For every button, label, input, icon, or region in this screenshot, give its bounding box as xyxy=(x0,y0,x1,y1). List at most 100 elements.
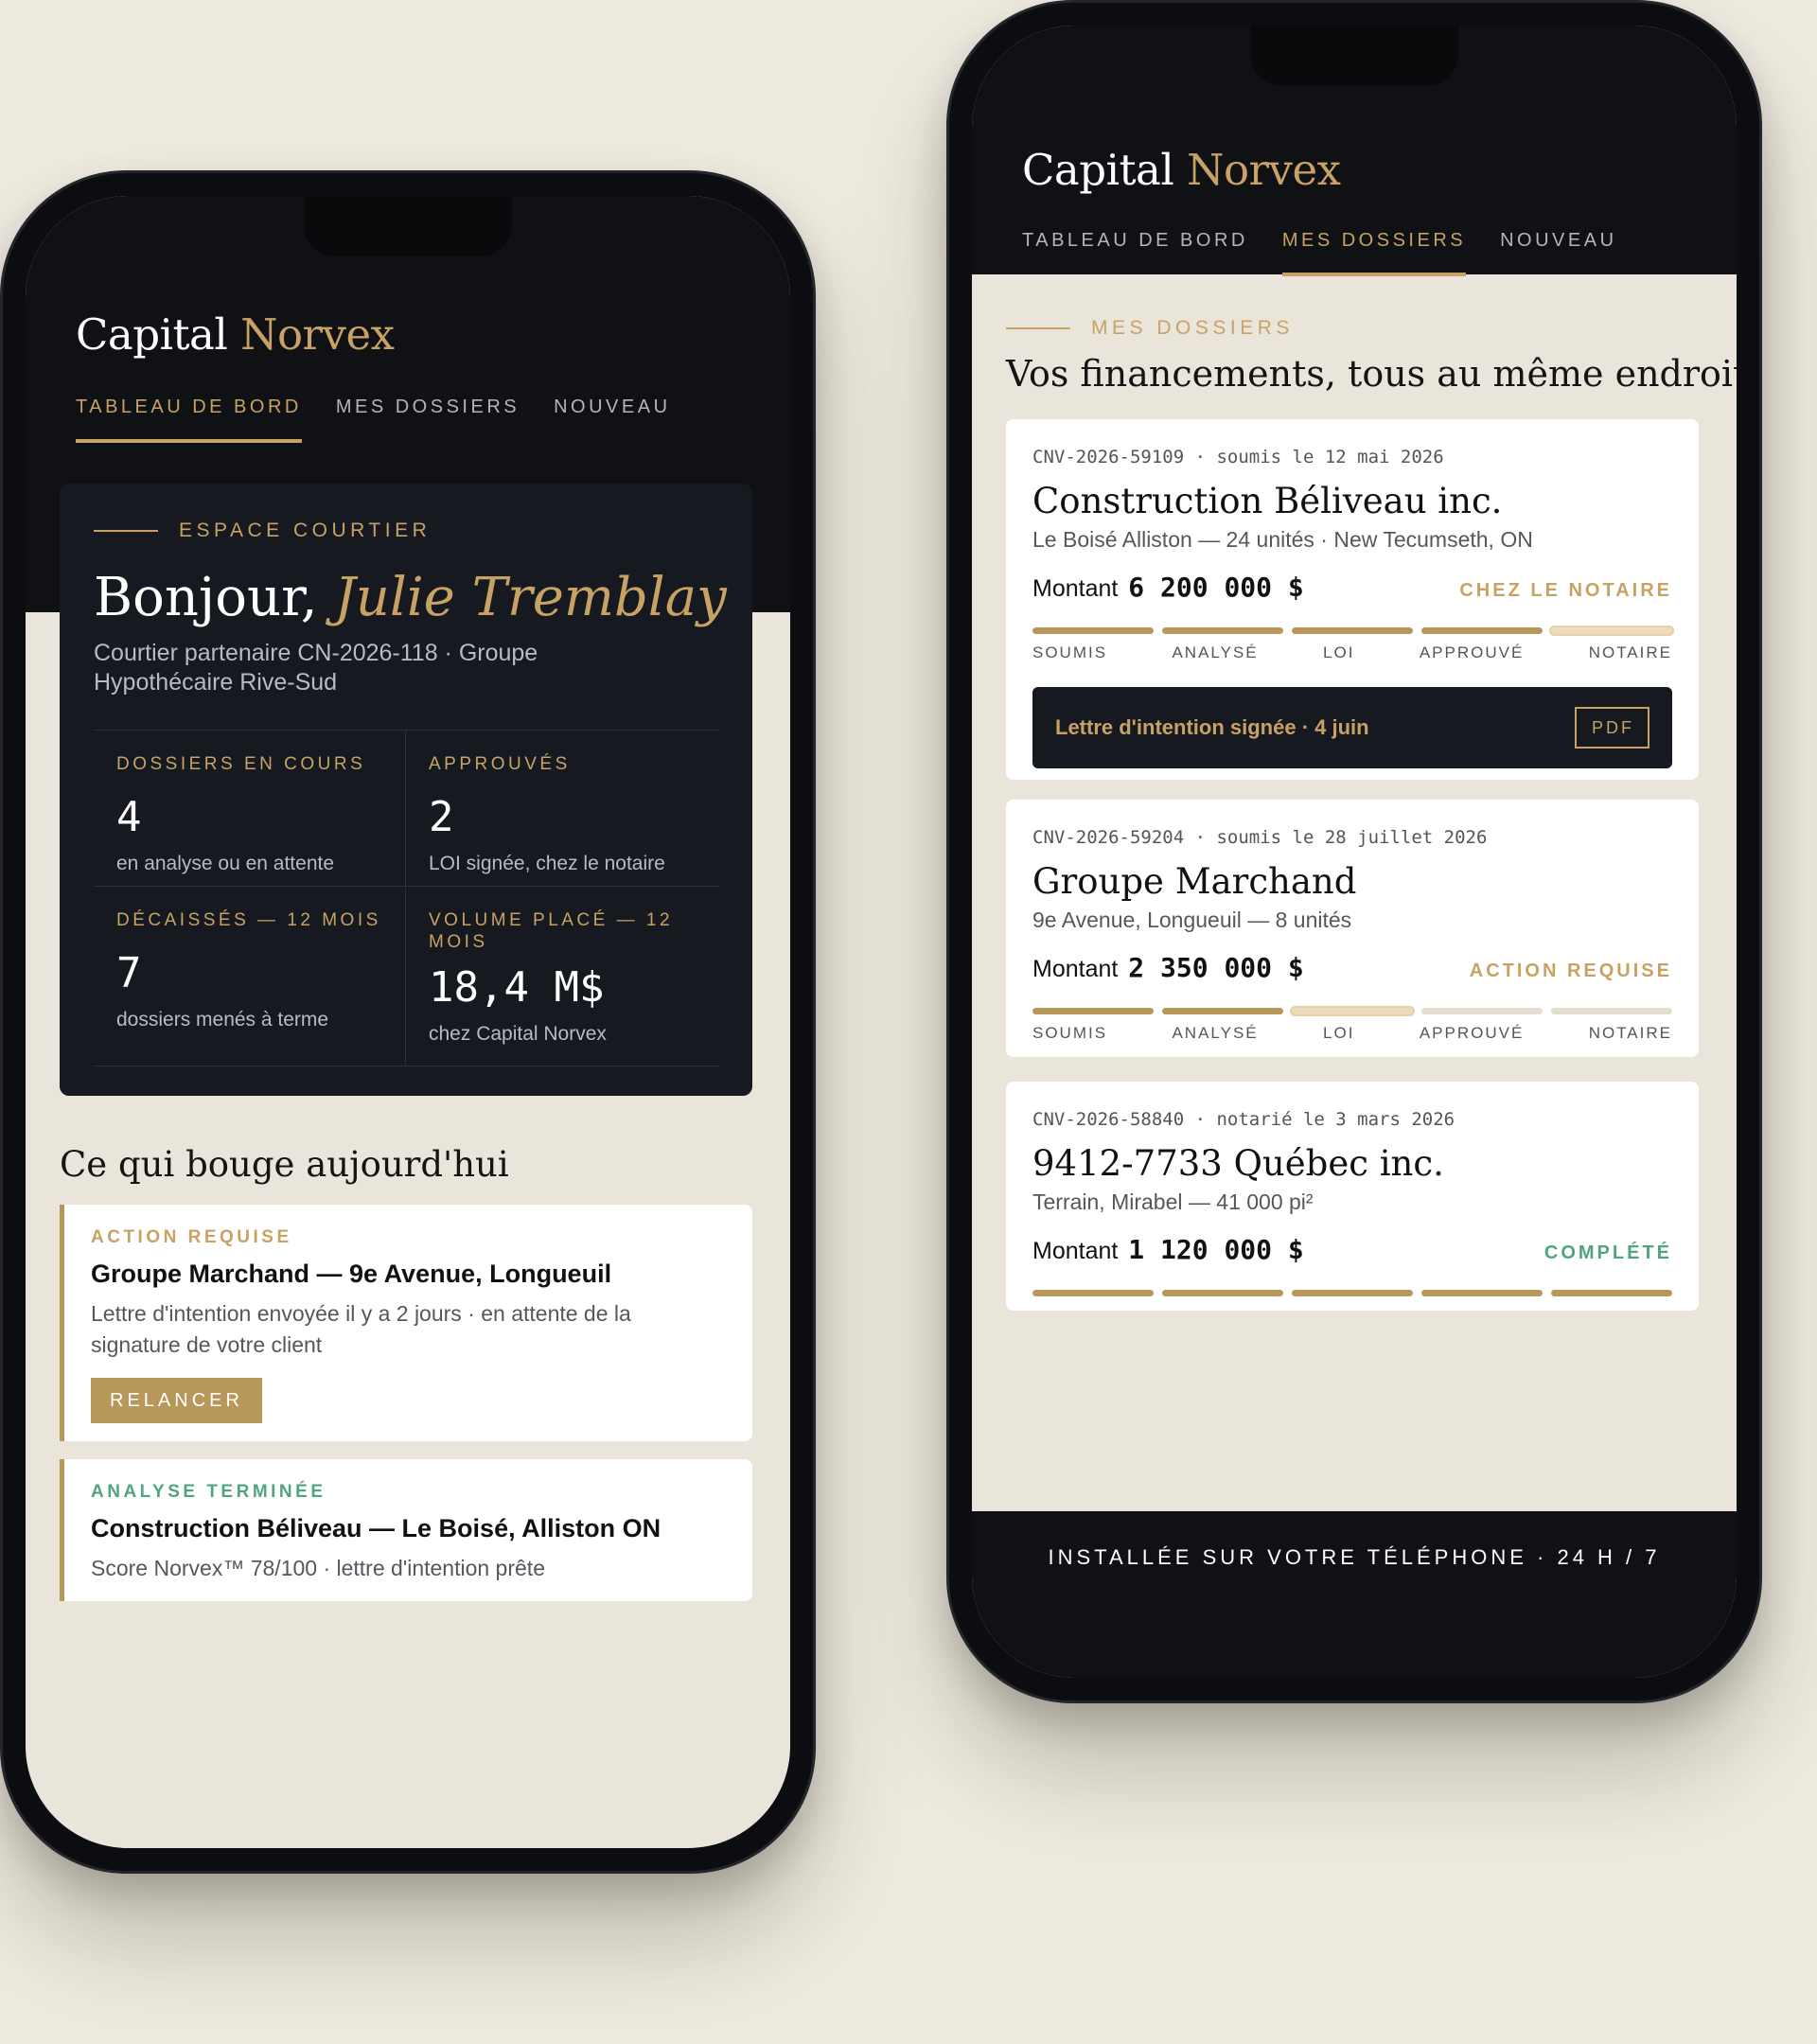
dossier-address: Le Boisé Alliston — 24 unités · New Tecu… xyxy=(1032,527,1533,552)
stat-decaisses[interactable]: DÉCAISSÉS — 12 MOIS 7 dossiers menés à t… xyxy=(94,887,406,1066)
stat-sub: en analyse ou en attente xyxy=(116,853,335,874)
brand-name-accent: Norvex xyxy=(240,309,395,360)
stat-value: 7 xyxy=(116,949,142,997)
step-label: LOI xyxy=(1323,1024,1355,1042)
amount-value: 1 120 000 $ xyxy=(1128,1234,1304,1265)
dossier-meta: CNV-2026-58840 · notarié le 3 mars 2026 xyxy=(1032,1109,1455,1130)
progress-segment xyxy=(1292,627,1413,634)
tab-tableau-de-bord[interactable]: TABLEAU DE BORD xyxy=(76,396,302,443)
amount-label: Montant xyxy=(1032,1238,1119,1264)
courtier-summary-card: ESPACE COURTIER Bonjour, Julie Tremblay … xyxy=(60,484,752,1096)
stat-volume-place[interactable]: VOLUME PLACÉ — 12 MOIS 18,4 M$ chez Capi… xyxy=(406,887,720,1066)
loi-banner-text: Lettre d'intention signée · 4 juin xyxy=(1055,715,1369,739)
stat-sub: LOI signée, chez le notaire xyxy=(429,853,665,874)
activity-card-action[interactable]: ACTION REQUISE Groupe Marchand — 9e Aven… xyxy=(60,1205,752,1441)
status-badge: ACTION REQUISE xyxy=(1469,960,1672,981)
progress-segment xyxy=(1421,1290,1543,1296)
phone-notch xyxy=(1250,26,1458,86)
progress-segment xyxy=(1162,1290,1283,1296)
progress-segment xyxy=(1421,1008,1543,1014)
tab-tableau-de-bord[interactable]: TABLEAU DE BORD xyxy=(1022,230,1248,276)
stat-value: 4 xyxy=(116,793,142,841)
progress-segment xyxy=(1421,627,1543,634)
pdf-button[interactable]: PDF xyxy=(1575,707,1649,749)
stat-value: 2 xyxy=(429,793,454,841)
card-eyebrow: ESPACE COURTIER xyxy=(94,520,431,542)
activity-title: Groupe Marchand — 9e Avenue, Longueuil xyxy=(91,1260,612,1288)
activity-kind: ACTION REQUISE xyxy=(91,1227,292,1247)
progress-steps: SOUMIS ANALYSÉ LOI APPROUVÉ NOTAIRE xyxy=(1032,1024,1672,1043)
dossier-amount: Montant 1 120 000 $ xyxy=(1032,1234,1304,1265)
stats-grid: DOSSIERS EN COURS 4 en analyse ou en att… xyxy=(94,730,720,1066)
progress-segment xyxy=(1032,627,1154,634)
dossier-card[interactable]: CNV-2026-59204 · soumis le 28 juillet 20… xyxy=(1006,800,1699,1057)
step-label: ANALYSÉ xyxy=(1172,643,1259,661)
progress-segment xyxy=(1292,1008,1413,1014)
dossier-card[interactable]: CNV-2026-59109 · soumis le 12 mai 2026 C… xyxy=(1006,419,1699,780)
phone-screen: Capital Norvex TABLEAU DE BORD MES DOSSI… xyxy=(26,196,790,1848)
step-label: APPROUVÉ xyxy=(1419,1024,1525,1042)
relancer-button[interactable]: RELANCER xyxy=(91,1378,262,1423)
brand-name-accent: Norvex xyxy=(1187,145,1341,195)
dossier-meta: CNV-2026-59109 · soumis le 12 mai 2026 xyxy=(1032,447,1444,467)
section-title: Ce qui bouge aujourd'hui xyxy=(60,1144,509,1185)
page-title: Vos financements, tous au même endroit xyxy=(1006,353,1737,395)
footer-banner: INSTALLÉE SUR VOTRE TÉLÉPHONE · 24 H / 7 xyxy=(972,1511,1737,1678)
dossier-amount: Montant 2 350 000 $ xyxy=(1032,952,1304,983)
eyebrow-rule xyxy=(1006,327,1070,329)
stat-dossiers-en-cours[interactable]: DOSSIERS EN COURS 4 en analyse ou en att… xyxy=(94,731,406,887)
tab-nouveau[interactable]: NOUVEAU xyxy=(554,396,670,443)
stat-label: DÉCAISSÉS — 12 MOIS xyxy=(116,910,381,930)
status-badge: COMPLÉTÉ xyxy=(1544,1242,1672,1263)
nav-tabs: TABLEAU DE BORD MES DOSSIERS NOUVEAU xyxy=(1022,230,1651,276)
progress-segment xyxy=(1551,1290,1672,1296)
brand-logo[interactable]: Capital Norvex xyxy=(76,309,395,360)
loi-banner: Lettre d'intention signée · 4 juin PDF xyxy=(1032,687,1672,768)
progress-steps: SOUMIS ANALYSÉ LOI APPROUVÉ NOTAIRE xyxy=(1032,643,1672,662)
stat-sub: dossiers menés à terme xyxy=(116,1009,329,1031)
step-label: ANALYSÉ xyxy=(1172,1024,1259,1042)
footer-text: INSTALLÉE SUR VOTRE TÉLÉPHONE · 24 H / 7 xyxy=(1048,1545,1661,1569)
progress-segment xyxy=(1551,1008,1672,1014)
progress-segment xyxy=(1032,1008,1154,1014)
dossier-address: Terrain, Mirabel — 41 000 pi² xyxy=(1032,1189,1314,1214)
progress-segment xyxy=(1292,1290,1413,1296)
activity-desc: Score Norvex™ 78/100 · lettre d'intentio… xyxy=(91,1556,545,1580)
eyebrow-label: MES DOSSIERS xyxy=(1091,317,1294,339)
activity-card-analysis[interactable]: ANALYSE TERMINÉE Construction Béliveau —… xyxy=(60,1459,752,1601)
phone-dashboard: Capital Norvex TABLEAU DE BORD MES DOSSI… xyxy=(0,170,816,1874)
stat-label: APPROUVÉS xyxy=(429,754,571,774)
dossier-card[interactable]: CNV-2026-58840 · notarié le 3 mars 2026 … xyxy=(1006,1082,1699,1311)
step-label: SOUMIS xyxy=(1032,643,1108,661)
step-label: LOI xyxy=(1323,643,1355,661)
activity-title: Construction Béliveau — Le Boisé, Allist… xyxy=(91,1514,662,1542)
tab-mes-dossiers[interactable]: MES DOSSIERS xyxy=(336,396,520,443)
amount-label: Montant xyxy=(1032,956,1119,982)
phone-screen: Capital Norvex TABLEAU DE BORD MES DOSSI… xyxy=(972,26,1737,1678)
amount-row: Montant 1 120 000 $ COMPLÉTÉ xyxy=(1032,1234,1672,1265)
stat-approuves[interactable]: APPROUVÉS 2 LOI signée, chez le notaire xyxy=(406,731,720,887)
tab-mes-dossiers[interactable]: MES DOSSIERS xyxy=(1281,230,1467,276)
status-badge: CHEZ LE NOTAIRE xyxy=(1459,580,1672,601)
brand-logo[interactable]: Capital Norvex xyxy=(1022,145,1341,195)
dossier-meta: CNV-2026-59204 · soumis le 28 juillet 20… xyxy=(1032,827,1488,848)
partner-line: Courtier partenaire CN-2026-118 · Groupe… xyxy=(94,640,538,696)
greeting-prefix: Bonjour, xyxy=(94,567,318,628)
activity-desc: Lettre d'intention envoyée il y a 2 jour… xyxy=(91,1301,631,1357)
dossier-name: 9412-7733 Québec inc. xyxy=(1032,1143,1444,1184)
step-label: SOUMIS xyxy=(1032,1024,1108,1042)
amount-value: 2 350 000 $ xyxy=(1128,952,1304,983)
dossier-address: 9e Avenue, Longueuil — 8 unités xyxy=(1032,907,1352,932)
phone-notch xyxy=(304,196,512,256)
amount-label: Montant xyxy=(1032,575,1119,602)
stat-label: VOLUME PLACÉ — 12 MOIS xyxy=(429,910,674,952)
progress-bar xyxy=(1032,1008,1672,1014)
nav-tabs: TABLEAU DE BORD MES DOSSIERS NOUVEAU xyxy=(76,396,705,443)
greeting-heading: Bonjour, Julie Tremblay xyxy=(94,567,727,628)
tab-nouveau[interactable]: NOUVEAU xyxy=(1500,230,1616,276)
brand-name-main: Capital xyxy=(1022,145,1174,195)
activity-kind: ANALYSE TERMINÉE xyxy=(91,1482,326,1502)
dossier-name: Groupe Marchand xyxy=(1032,861,1357,902)
step-label: NOTAIRE xyxy=(1588,1024,1672,1042)
progress-bar xyxy=(1032,627,1672,634)
